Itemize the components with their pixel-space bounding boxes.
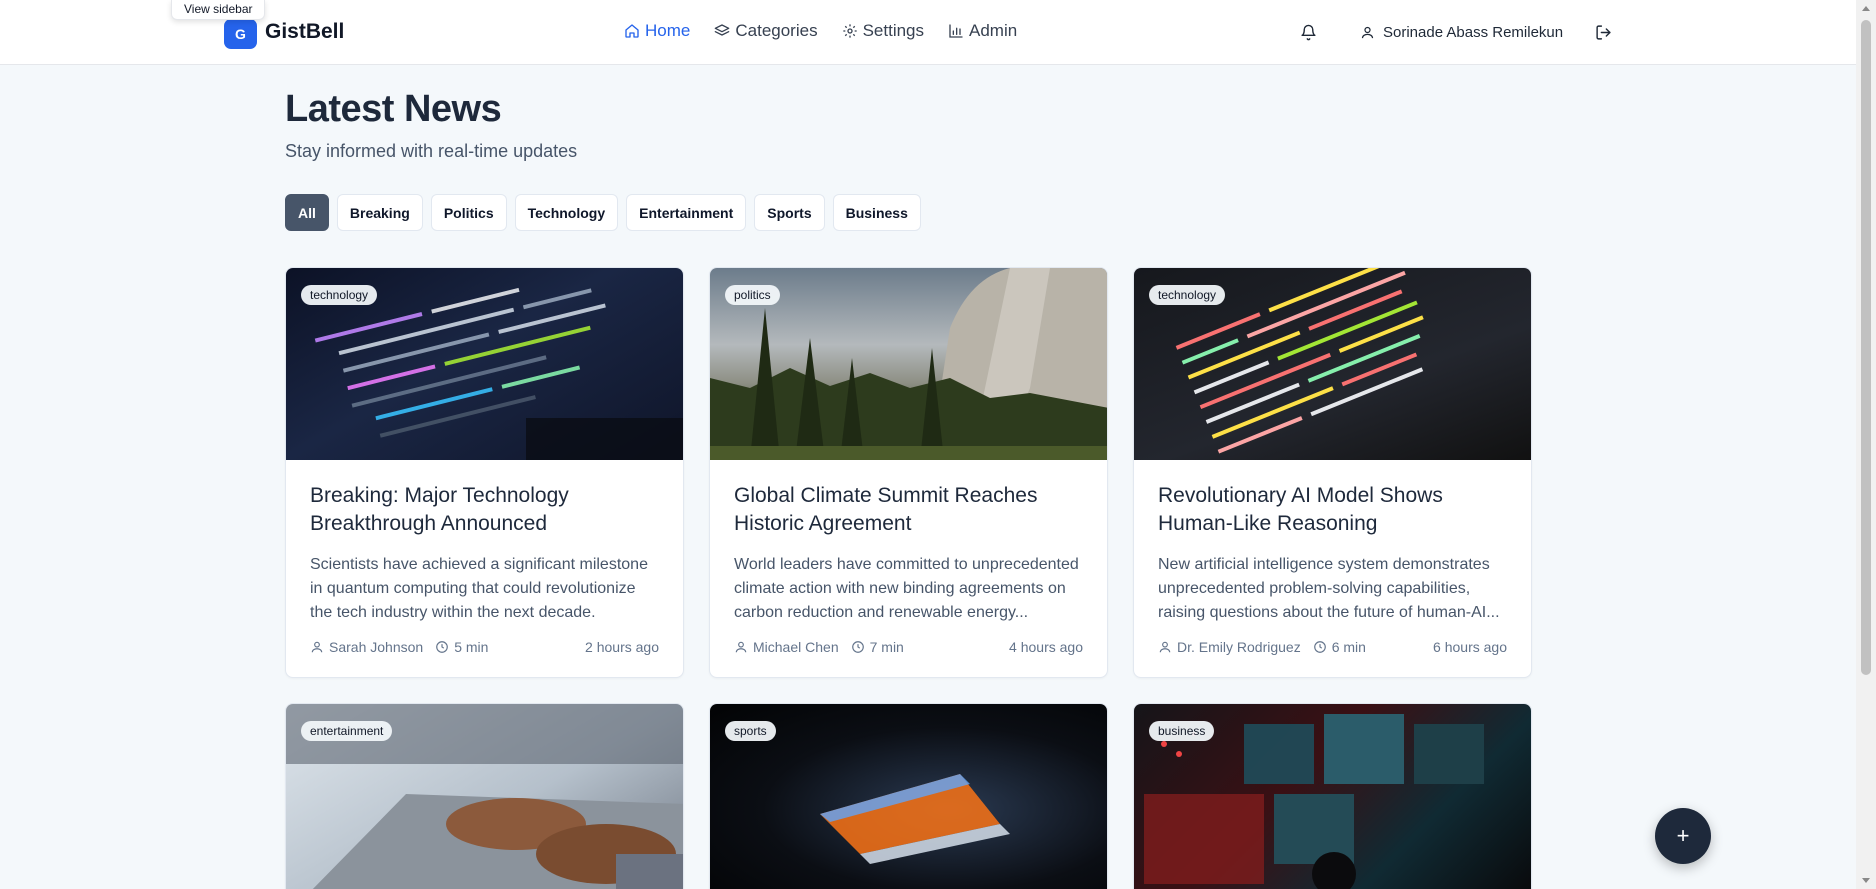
published-time: 6 hours ago (1433, 639, 1507, 655)
article-title[interactable]: Global Climate Summit Reaches Historic A… (734, 482, 1083, 538)
filter-all[interactable]: All (285, 194, 329, 231)
nav-settings[interactable]: Settings (842, 21, 924, 41)
author: Dr. Emily Rodriguez (1158, 639, 1301, 655)
main-content: Latest News Stay informed with real-time… (285, 88, 1532, 889)
article-title[interactable]: Revolutionary AI Model Shows Human-Like … (1158, 482, 1507, 538)
nav-categories-label: Categories (735, 21, 818, 40)
article-meta: Sarah Johnson 5 min 2 hours ago (310, 639, 659, 655)
user-icon (311, 641, 323, 653)
category-tag: politics (725, 285, 780, 305)
author-name: Michael Chen (753, 639, 839, 655)
filter-entertainment[interactable]: Entertainment (626, 194, 747, 231)
notifications-button[interactable] (1296, 20, 1320, 44)
filter-sports[interactable]: Sports (754, 194, 825, 231)
clock-icon (436, 641, 449, 653)
category-filters: All Breaking Politics Technology Enterta… (285, 194, 1532, 231)
news-card[interactable]: sports (709, 703, 1108, 889)
article-meta: Dr. Emily Rodriguez 6 min 6 hours ago (1158, 639, 1507, 655)
gear-icon (842, 24, 857, 38)
nav-categories[interactable]: Categories (714, 21, 818, 41)
author: Sarah Johnson (310, 639, 423, 655)
sidebar-tooltip: View sidebar (171, 0, 266, 20)
nav-settings-label: Settings (862, 21, 925, 40)
user-icon (1361, 26, 1374, 38)
nav-admin[interactable]: Admin (948, 21, 1017, 41)
article-summary: New artificial intelligence system demon… (1158, 556, 1500, 621)
article-image: politics (710, 268, 1107, 460)
category-tag: entertainment (301, 721, 393, 741)
page-subtitle: Stay informed with real-time updates (285, 141, 578, 161)
news-card[interactable]: entertainment (285, 703, 684, 889)
user-icon (735, 641, 747, 653)
nav-home-label: Home (645, 21, 691, 40)
layers-icon (715, 24, 730, 36)
read-time: 6 min (1313, 639, 1366, 655)
read-time-value: 6 min (1331, 639, 1366, 655)
published-time: 4 hours ago (1009, 639, 1083, 655)
nav-home[interactable]: Home (624, 21, 690, 41)
read-time: 5 min (435, 639, 488, 655)
user-icon (1159, 641, 1171, 653)
scroll-down-icon[interactable] (1862, 878, 1870, 883)
article-image: entertainment (286, 704, 683, 889)
category-tag: technology (1149, 285, 1226, 305)
page-title: Latest News (285, 88, 502, 130)
author: Michael Chen (734, 639, 839, 655)
read-time-value: 5 min (454, 639, 489, 655)
article-image: business (1134, 704, 1531, 889)
logout-button[interactable] (1591, 20, 1615, 44)
news-grid: technology Breaking: Major Technology Br… (285, 267, 1532, 889)
home-icon (625, 24, 639, 38)
main-nav: Home Categories Settings Admin (624, 21, 1017, 41)
article-image: technology (1134, 268, 1531, 460)
read-time: 7 min (851, 639, 904, 655)
user-name: Sorinade Abass Remilekun (1383, 23, 1564, 41)
category-tag: business (1149, 721, 1215, 741)
create-article-button[interactable]: + (1655, 808, 1711, 864)
clock-icon (851, 641, 864, 653)
news-card[interactable]: technology Breaking: Major Technology Br… (285, 267, 684, 678)
user-menu[interactable]: Sorinade Abass Remilekun (1360, 24, 1563, 41)
article-summary: World leaders have committed to unpreced… (734, 556, 1079, 621)
filter-breaking[interactable]: Breaking (336, 194, 423, 231)
published-time: 2 hours ago (585, 639, 659, 655)
article-meta: Michael Chen 7 min 4 hours ago (734, 639, 1083, 655)
author-name: Sarah Johnson (329, 639, 424, 655)
article-image: technology (286, 268, 683, 460)
nav-admin-label: Admin (969, 21, 1018, 40)
article-image: sports (710, 704, 1107, 889)
author-name: Dr. Emily Rodriguez (1177, 639, 1301, 655)
read-time-value: 7 min (869, 639, 904, 655)
page-scrollbar[interactable] (1856, 0, 1876, 889)
filter-politics[interactable]: Politics (430, 194, 507, 231)
clock-icon (1313, 641, 1326, 653)
header-tools: Sorinade Abass Remilekun (1296, 20, 1615, 44)
bell-icon (1300, 24, 1316, 40)
top-navbar: View sidebar G GistBell Home Categories … (0, 0, 1856, 65)
category-tag: technology (301, 285, 378, 305)
filter-technology[interactable]: Technology (514, 194, 619, 231)
scroll-thumb[interactable] (1861, 20, 1871, 675)
scroll-up-icon[interactable] (1862, 6, 1870, 11)
news-card[interactable]: technology Revolutionary AI Model Shows … (1133, 267, 1532, 678)
article-summary: Scientists have achieved a significant m… (310, 556, 648, 621)
article-title[interactable]: Breaking: Major Technology Breakthrough … (310, 482, 659, 538)
filter-business[interactable]: Business (832, 194, 921, 231)
brand-name[interactable]: GistBell (265, 20, 344, 44)
logo-badge[interactable]: G (224, 19, 257, 49)
news-card[interactable]: business (1133, 703, 1532, 889)
bar-chart-icon (949, 24, 963, 38)
logout-icon (1596, 24, 1611, 40)
news-card[interactable]: politics Global Climate Summit Reaches H… (709, 267, 1108, 678)
category-tag: sports (725, 721, 776, 741)
